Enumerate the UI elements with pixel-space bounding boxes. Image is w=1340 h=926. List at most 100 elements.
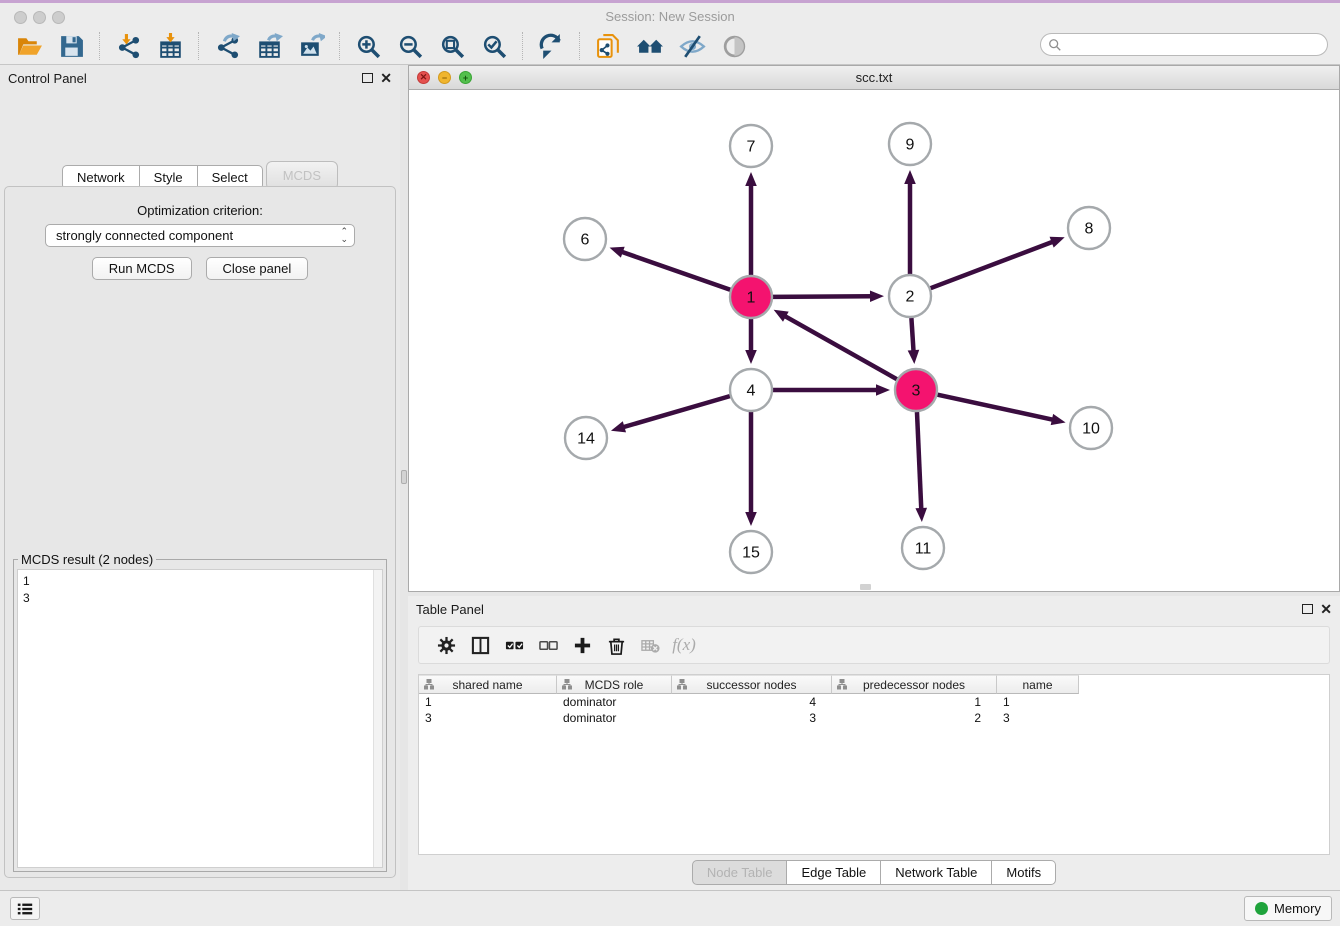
network-window-titlebar[interactable]: scc.txt ✕ − + <box>409 66 1339 90</box>
home-icon[interactable] <box>635 31 665 61</box>
toolbar-separator <box>339 32 340 60</box>
network-canvas[interactable]: 7 9 6 8 1 2 4 3 14 10 15 11 <box>409 90 1339 591</box>
graph-node-14[interactable]: 14 <box>565 417 607 459</box>
table-cell[interactable]: dominator <box>557 694 672 710</box>
add-icon[interactable] <box>565 633 599 657</box>
svg-text:1: 1 <box>747 290 756 307</box>
table-row[interactable]: 1dominator411 <box>419 694 1329 710</box>
table-cell[interactable]: 2 <box>832 710 997 726</box>
memory-button[interactable]: Memory <box>1244 896 1332 921</box>
graph-node-9[interactable]: 9 <box>889 123 931 165</box>
columns-icon[interactable] <box>463 633 497 657</box>
column-header-MCDS-role[interactable]: MCDS role <box>557 675 672 694</box>
refresh-icon[interactable] <box>536 31 566 61</box>
gear-icon[interactable] <box>429 633 463 657</box>
mcds-result-textarea[interactable]: 13 <box>17 569 383 868</box>
function-icon[interactable]: f(x) <box>667 633 701 657</box>
toolbar-separator <box>579 32 580 60</box>
duplicate-network-icon[interactable] <box>593 31 623 61</box>
close-panel-icon[interactable]: ✕ <box>380 73 392 83</box>
graph-node-11[interactable]: 11 <box>902 527 944 569</box>
select-all-icon[interactable] <box>497 633 531 657</box>
export-image-icon[interactable] <box>296 31 326 61</box>
graph-edge-1-4[interactable] <box>745 319 757 364</box>
close-table-panel-icon[interactable]: ✕ <box>1320 604 1332 614</box>
mcds-result-line: 1 <box>23 573 377 590</box>
graph-edge-4-15[interactable] <box>745 412 757 526</box>
table-cell[interactable]: 1 <box>419 694 557 710</box>
network-zoom-button[interactable]: + <box>459 71 472 84</box>
column-header-predecessor-nodes[interactable]: predecessor nodes <box>832 675 997 694</box>
trash-icon[interactable] <box>599 633 633 657</box>
graph-edge-4-14[interactable] <box>611 396 730 432</box>
graph-node-7[interactable]: 7 <box>730 125 772 167</box>
export-network-icon[interactable] <box>212 31 242 61</box>
table-cell[interactable]: 1 <box>832 694 997 710</box>
run-mcds-button[interactable]: Run MCDS <box>92 257 192 280</box>
zoom-out-icon[interactable] <box>395 31 425 61</box>
task-history-button[interactable] <box>10 897 40 920</box>
graph-edge-2-3[interactable] <box>908 318 920 364</box>
table-cell[interactable]: 3 <box>672 710 832 726</box>
mcds-result-scrollbar[interactable] <box>373 570 382 867</box>
table-cell[interactable]: 3 <box>419 710 557 726</box>
table-cell[interactable]: 3 <box>997 710 1079 726</box>
graph-edge-3-11[interactable] <box>915 412 927 522</box>
graph-node-10[interactable]: 10 <box>1070 407 1112 449</box>
zoom-in-icon[interactable] <box>353 31 383 61</box>
graph-edge-4-3[interactable] <box>773 384 890 396</box>
control-panel-title: Control Panel <box>8 71 362 86</box>
deselect-all-icon[interactable] <box>531 633 565 657</box>
hide-eye-icon[interactable] <box>677 31 707 61</box>
tab-edge-table[interactable]: Edge Table <box>787 860 881 885</box>
tab-node-table[interactable]: Node Table <box>692 860 788 885</box>
graph-edge-3-10[interactable] <box>937 395 1065 426</box>
table-cell[interactable]: 4 <box>672 694 832 710</box>
graph-node-2[interactable]: 2 <box>889 275 931 317</box>
open-folder-icon[interactable] <box>14 31 44 61</box>
search-box[interactable] <box>1040 33 1328 56</box>
column-header-successor-nodes[interactable]: successor nodes <box>672 675 832 694</box>
graph-edge-3-1[interactable] <box>774 310 897 379</box>
table-row[interactable]: 3dominator323 <box>419 710 1329 726</box>
tab-motifs[interactable]: Motifs <box>992 860 1056 885</box>
import-table-icon[interactable] <box>155 31 185 61</box>
graph-edge-1-6[interactable] <box>610 247 731 290</box>
graph-edge-2-8[interactable] <box>931 237 1065 288</box>
table-panel: Table Panel ✕ f(x) shared nameMCDS roles… <box>408 596 1340 890</box>
table-cell[interactable]: 1 <box>997 694 1079 710</box>
graph-edge-1-2[interactable] <box>773 290 884 302</box>
graph-node-1[interactable]: 1 <box>730 276 772 318</box>
graph-node-8[interactable]: 8 <box>1068 207 1110 249</box>
zoom-fit-icon[interactable] <box>437 31 467 61</box>
graph-node-6[interactable]: 6 <box>564 218 606 260</box>
graph-node-15[interactable]: 15 <box>730 531 772 573</box>
network-minimize-button[interactable]: − <box>438 71 451 84</box>
splitter-handle[interactable] <box>401 470 407 484</box>
save-icon[interactable] <box>56 31 86 61</box>
column-header-name[interactable]: name <box>997 675 1079 694</box>
tab-network-table[interactable]: Network Table <box>881 860 992 885</box>
control-panel: Control Panel ✕ NetworkStyleSelectMCDS O… <box>0 65 400 890</box>
mcds-result-fieldset: MCDS result (2 nodes) 13 <box>13 559 387 872</box>
network-close-button[interactable]: ✕ <box>417 71 430 84</box>
search-input[interactable] <box>1062 34 1327 55</box>
memory-status-icon <box>1255 902 1268 915</box>
graph-node-3[interactable]: 3 <box>895 369 937 411</box>
import-network-icon[interactable] <box>113 31 143 61</box>
optimization-criterion-dropdown[interactable]: strongly connected component ⌃⌄ <box>45 224 355 247</box>
graph-edge-1-7[interactable] <box>745 172 757 275</box>
export-table-icon[interactable] <box>254 31 284 61</box>
show-eye-icon[interactable] <box>719 31 749 61</box>
column-header-shared-name[interactable]: shared name <box>419 675 557 694</box>
float-table-panel-icon[interactable] <box>1302 604 1313 614</box>
float-panel-icon[interactable] <box>362 73 373 83</box>
close-panel-button[interactable]: Close panel <box>206 257 309 280</box>
graph-node-4[interactable]: 4 <box>730 369 772 411</box>
delete-table-icon[interactable] <box>633 633 667 657</box>
graph-edge-2-9[interactable] <box>904 170 916 274</box>
zoom-selected-icon[interactable] <box>479 31 509 61</box>
network-resize-handle[interactable] <box>860 584 871 590</box>
panel-splitter[interactable] <box>400 65 408 890</box>
table-cell[interactable]: dominator <box>557 710 672 726</box>
